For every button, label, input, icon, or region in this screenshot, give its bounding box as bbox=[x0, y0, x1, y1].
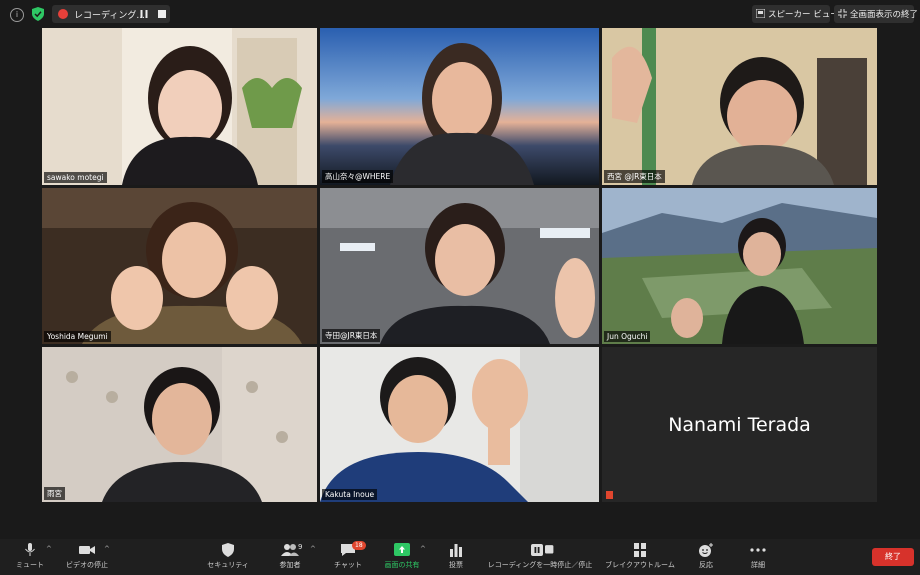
ellipsis-icon bbox=[750, 548, 766, 552]
share-screen-icon bbox=[394, 543, 410, 556]
share-screen-button[interactable]: 画面の共有 bbox=[380, 539, 424, 575]
grid-icon bbox=[634, 543, 646, 557]
security-button[interactable]: セキュリティ bbox=[203, 539, 253, 575]
people-icon bbox=[281, 544, 299, 556]
muted-mic-icon bbox=[606, 491, 613, 499]
participant-video bbox=[42, 188, 317, 344]
participant-tile[interactable]: 西宮 @JR東日本 bbox=[602, 28, 877, 185]
grid-view-icon bbox=[756, 9, 765, 18]
share-options-chevron-icon[interactable]: ^ bbox=[420, 545, 426, 553]
participant-tile-no-video[interactable]: Nanami Terada bbox=[602, 347, 877, 502]
participant-video bbox=[602, 28, 877, 185]
participant-name-label: Jun Oguchi bbox=[604, 331, 651, 342]
more-button[interactable]: 詳細 bbox=[742, 539, 774, 575]
record-dot-icon bbox=[58, 9, 68, 19]
mute-options-chevron-icon[interactable]: ^ bbox=[46, 545, 52, 553]
shield-check-icon[interactable] bbox=[32, 7, 44, 21]
microphone-icon bbox=[25, 543, 35, 556]
chat-unread-badge: 18 bbox=[352, 541, 366, 550]
share-screen-label: 画面の共有 bbox=[384, 561, 420, 569]
video-options-chevron-icon[interactable]: ^ bbox=[104, 545, 110, 553]
end-meeting-button[interactable]: 終了 bbox=[872, 548, 914, 566]
breakout-rooms-button[interactable]: ブレイクアウトルーム bbox=[602, 539, 678, 575]
shield-icon bbox=[222, 543, 234, 557]
pause-stop-icon bbox=[531, 544, 554, 556]
breakout-rooms-label: ブレイクアウトルーム bbox=[605, 561, 675, 569]
participant-tile[interactable]: Jun Oguchi bbox=[602, 188, 877, 344]
stop-recording-icon[interactable] bbox=[154, 5, 170, 23]
more-label: 詳細 bbox=[751, 561, 765, 569]
smiley-plus-icon bbox=[699, 543, 713, 557]
speaker-view-button[interactable]: スピーカー ビュー bbox=[752, 5, 839, 23]
participant-tile-active-speaker[interactable]: 高山奈々@WHERE bbox=[320, 28, 599, 185]
participant-name-label: 雨宮 bbox=[44, 487, 65, 500]
participant-name-placeholder: Nanami Terada bbox=[668, 413, 811, 436]
participant-video bbox=[320, 28, 599, 185]
poll-label: 投票 bbox=[449, 561, 463, 569]
video-camera-icon bbox=[79, 546, 95, 554]
mute-button[interactable]: ミュート bbox=[10, 539, 50, 575]
recording-indicator[interactable]: レコーディング... bbox=[52, 5, 170, 23]
bar-chart-icon bbox=[450, 544, 462, 557]
chat-label: チャット bbox=[334, 561, 362, 569]
participant-video bbox=[320, 347, 599, 502]
reactions-label: 反応 bbox=[699, 561, 713, 569]
participant-name-label: Kakuta Inoue bbox=[322, 489, 378, 500]
participant-video bbox=[42, 347, 317, 502]
participants-label: 参加者 bbox=[279, 561, 301, 569]
participant-name-label: 高山奈々@WHERE bbox=[322, 170, 394, 183]
top-bar: i レコーディング... スピーカー ビュー 全画面表示の終了 bbox=[0, 0, 920, 28]
reactions-button[interactable]: 反応 bbox=[690, 539, 722, 575]
participant-name-label: 寺田@JR東日本 bbox=[322, 329, 381, 342]
participant-tile[interactable]: sawako motegi bbox=[42, 28, 317, 185]
meeting-toolbar: ミュート ^ ビデオの停止 ^ セキュリティ 参加者 9 ^ チャット 18 画… bbox=[0, 539, 920, 575]
participants-count: 9 bbox=[298, 543, 303, 551]
exit-fullscreen-icon bbox=[838, 9, 847, 18]
stop-video-label: ビデオの停止 bbox=[66, 561, 108, 569]
recording-control-label: レコーディングを一時停止／停止 bbox=[487, 561, 593, 569]
mute-label: ミュート bbox=[16, 561, 44, 569]
info-icon[interactable]: i bbox=[10, 8, 24, 22]
security-label: セキュリティ bbox=[207, 561, 249, 569]
exit-fullscreen-button[interactable]: 全画面表示の終了 bbox=[834, 5, 918, 23]
speaker-view-label: スピーカー ビュー bbox=[768, 10, 839, 20]
exit-fullscreen-label: 全画面表示の終了 bbox=[850, 10, 919, 20]
participant-name-label: 西宮 @JR東日本 bbox=[604, 170, 665, 183]
participant-name-label: Yoshida Megumi bbox=[44, 331, 111, 342]
participant-tile[interactable]: 寺田@JR東日本 bbox=[320, 188, 599, 344]
poll-button[interactable]: 投票 bbox=[440, 539, 472, 575]
recording-control-button[interactable]: レコーディングを一時停止／停止 bbox=[485, 539, 595, 575]
pause-recording-icon[interactable] bbox=[136, 5, 152, 23]
participant-name-label: sawako motegi bbox=[44, 172, 107, 183]
participants-options-chevron-icon[interactable]: ^ bbox=[310, 545, 316, 553]
participant-tile[interactable]: Yoshida Megumi bbox=[42, 188, 317, 344]
participants-button[interactable]: 参加者 bbox=[270, 539, 310, 575]
recording-label: レコーディング... bbox=[74, 11, 145, 21]
participant-video bbox=[602, 188, 877, 344]
participant-video bbox=[42, 28, 317, 185]
participant-video bbox=[320, 188, 599, 344]
participant-tile[interactable]: 雨宮 bbox=[42, 347, 317, 502]
participant-tile[interactable]: Kakuta Inoue bbox=[320, 347, 599, 502]
